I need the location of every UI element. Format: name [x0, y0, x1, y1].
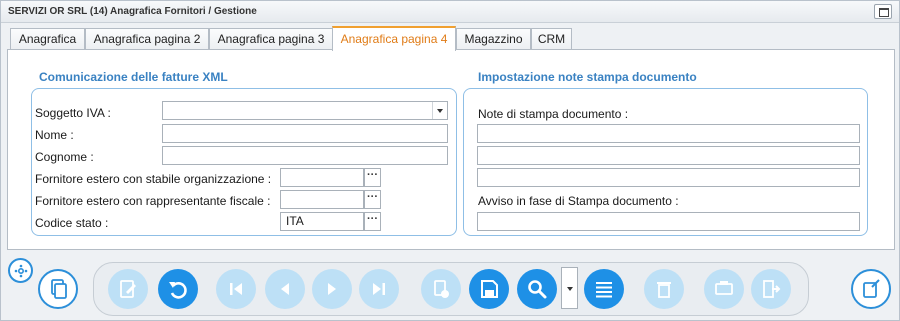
- last-record-button[interactable]: [359, 269, 399, 309]
- new-document-button[interactable]: [851, 269, 891, 309]
- note-stampa-line-2[interactable]: [477, 146, 860, 165]
- tab-anagrafica[interactable]: Anagrafica: [10, 28, 85, 50]
- delete-button[interactable]: [644, 269, 684, 309]
- title-bar: SERVIZI OR SRL (14) Anagrafica Fornitori…: [1, 1, 899, 23]
- previous-record-button[interactable]: [265, 269, 305, 309]
- fatture-xml-title: Comunicazione delle fatture XML: [39, 70, 228, 84]
- search-icon: [528, 280, 547, 299]
- save-button[interactable]: [469, 269, 509, 309]
- first-record-button[interactable]: [216, 269, 256, 309]
- settings-gear-button[interactable]: [8, 258, 33, 283]
- list-view-button[interactable]: [584, 269, 624, 309]
- avviso-stampa-label: Avviso in fase di Stampa documento :: [478, 194, 679, 208]
- note-stampa-label: Note di stampa documento :: [478, 107, 629, 121]
- note-stampa-line-1[interactable]: [477, 124, 860, 143]
- maximize-button[interactable]: [874, 4, 892, 19]
- cognome-input[interactable]: [162, 146, 448, 165]
- next-icon: [328, 283, 336, 295]
- main-window: SERVIZI OR SRL (14) Anagrafica Fornitori…: [0, 0, 900, 321]
- fornitore-rappresentante-lookup-button[interactable]: ···: [364, 190, 381, 209]
- nome-label: Nome :: [35, 128, 74, 142]
- fornitore-rappresentante-input[interactable]: [280, 190, 364, 209]
- add-record-button[interactable]: [421, 269, 461, 309]
- last-icon: [373, 283, 385, 295]
- codice-stato-input[interactable]: ITA: [280, 212, 364, 231]
- previous-icon: [281, 283, 289, 295]
- copy-icon: [51, 279, 67, 299]
- new-document-icon: [863, 279, 880, 298]
- fornitore-stabile-label: Fornitore estero con stabile organizzazi…: [35, 172, 272, 186]
- copy-record-button[interactable]: [38, 269, 78, 309]
- undo-icon: [169, 282, 187, 299]
- fornitore-rappresentante-label: Fornitore estero con rappresentante fisc…: [35, 194, 271, 208]
- save-icon: [481, 280, 498, 298]
- first-icon: [230, 283, 242, 295]
- edit-button[interactable]: [108, 269, 148, 309]
- search-button[interactable]: [517, 269, 557, 309]
- edit-icon: [120, 280, 136, 298]
- soggetto-iva-label: Soggetto IVA :: [35, 106, 111, 120]
- exit-icon: [763, 280, 781, 298]
- chevron-down-icon[interactable]: [432, 102, 447, 119]
- note-stampa-line-3[interactable]: [477, 168, 860, 187]
- cognome-label: Cognome :: [35, 150, 94, 164]
- exit-button[interactable]: [751, 269, 791, 309]
- gear-icon: [14, 264, 27, 277]
- fornitore-stabile-lookup-button[interactable]: ···: [364, 168, 381, 187]
- avviso-stampa-input[interactable]: [477, 212, 860, 231]
- codice-stato-label: Codice stato :: [35, 216, 109, 230]
- search-options-dropdown[interactable]: [561, 267, 578, 309]
- delete-icon: [657, 282, 671, 298]
- tab-crm[interactable]: CRM: [531, 28, 572, 50]
- list-icon: [596, 282, 612, 298]
- print-icon: [715, 281, 733, 295]
- fornitore-stabile-input[interactable]: [280, 168, 364, 187]
- soggetto-iva-select[interactable]: [162, 101, 448, 120]
- undo-button[interactable]: [158, 269, 198, 309]
- tab-anagrafica-pagina-4[interactable]: Anagrafica pagina 4: [332, 26, 456, 51]
- tab-anagrafica-pagina-3[interactable]: Anagrafica pagina 3: [209, 28, 333, 50]
- codice-stato-lookup-button[interactable]: ···: [364, 212, 381, 231]
- next-record-button[interactable]: [312, 269, 352, 309]
- add-icon: [434, 280, 449, 298]
- print-button[interactable]: [704, 269, 744, 309]
- nome-input[interactable]: [162, 124, 448, 143]
- tab-magazzino[interactable]: Magazzino: [456, 28, 531, 50]
- note-stampa-title: Impostazione note stampa documento: [478, 70, 697, 84]
- tab-content-panel: Comunicazione delle fatture XML Soggetto…: [7, 49, 895, 250]
- window-title: SERVIZI OR SRL (14) Anagrafica Fornitori…: [8, 6, 257, 17]
- tab-anagrafica-pagina-2[interactable]: Anagrafica pagina 2: [85, 28, 209, 50]
